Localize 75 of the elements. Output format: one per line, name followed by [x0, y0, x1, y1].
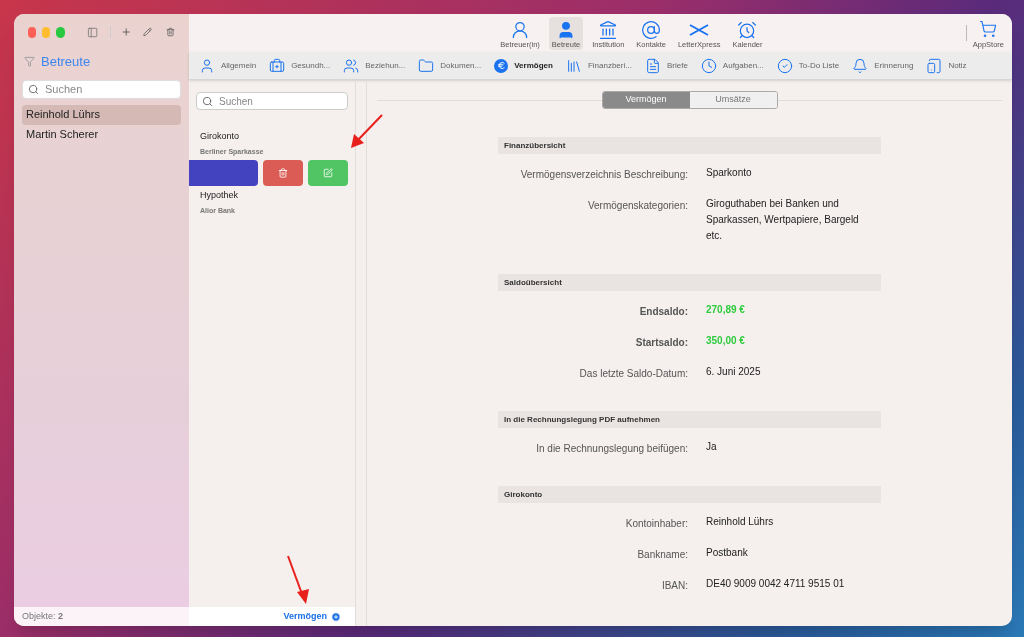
- asset-title[interactable]: Girokonto: [200, 130, 344, 144]
- field-label: In die Rechnungslegung beifügen:: [535, 442, 688, 456]
- cart-icon: [979, 19, 998, 38]
- bank-icon: [598, 19, 619, 40]
- search-icon: [28, 83, 39, 95]
- tab[interactable]: Allgemein: [199, 57, 257, 74]
- zoom-window-button[interactable]: [56, 26, 65, 38]
- trash-icon[interactable]: [166, 26, 175, 38]
- trash-icon: [278, 168, 289, 178]
- tab[interactable]: Vermögen: [494, 58, 553, 73]
- tab[interactable]: Notiz: [926, 57, 967, 74]
- section-header: Girokonto: [498, 486, 881, 503]
- segment[interactable]: Umsätze: [689, 92, 777, 108]
- field-value: 270,89 €: [706, 303, 746, 317]
- segment[interactable]: Vermögen: [602, 92, 690, 108]
- delete-button[interactable]: [263, 160, 304, 186]
- field-value: Giroguthaben bei Banken und Sparkassen, Wertpapiere, Bargeld etc.: [706, 197, 860, 243]
- clock-icon: [700, 57, 717, 74]
- add-icon[interactable]: [120, 25, 132, 39]
- close-window-button[interactable]: [28, 26, 37, 38]
- euro-icon: [494, 58, 509, 73]
- field-value: Reinhold Lührs: [706, 515, 775, 529]
- field-value: Postbank: [706, 546, 749, 560]
- field-label: Kontoinhaber:: [624, 517, 688, 531]
- medical-case-icon: [269, 57, 286, 74]
- filter-icon[interactable]: [24, 56, 35, 68]
- tab[interactable]: To-Do Liste: [776, 57, 840, 74]
- tab[interactable]: Finanzberi...: [565, 57, 632, 74]
- section-header: Saldoübersicht: [498, 274, 881, 291]
- edit-button[interactable]: [308, 160, 348, 186]
- sidebar-item[interactable]: Martin Scherer: [22, 124, 181, 145]
- tab[interactable]: Aufgaben...: [700, 57, 764, 74]
- tab[interactable]: Erinnerung: [852, 57, 914, 74]
- crossed-lines-icon: [689, 22, 710, 37]
- field-value: DE40 9009 0042 4711 9515 01: [706, 577, 846, 591]
- document-icon: [644, 57, 661, 74]
- field-label: Vermögenskategorien:: [586, 199, 688, 213]
- pencil-icon[interactable]: [143, 26, 153, 38]
- field-value: Ja: [706, 440, 718, 454]
- at-sign-icon: [641, 19, 662, 40]
- books-icon: [565, 57, 582, 74]
- add-icon[interactable]: [331, 611, 341, 622]
- alarm-clock-icon: [737, 19, 758, 40]
- sidebar-title: Betreute: [41, 53, 91, 71]
- tab[interactable]: Dokumen...: [418, 57, 482, 74]
- minimize-window-button[interactable]: [42, 26, 51, 38]
- annotation-arrow: [287, 555, 309, 604]
- field-label: Das letzte Saldo-Datum:: [578, 367, 688, 381]
- sidebar-item[interactable]: Reinhold Lührs: [22, 104, 181, 125]
- field-label: Bankname:: [636, 548, 688, 562]
- field-label: Vermögensverzeichnis Beschreibung:: [519, 168, 688, 182]
- section-header: Finanzübersicht: [498, 137, 881, 154]
- person-icon: [199, 57, 215, 74]
- annotation-arrow: [351, 114, 383, 148]
- tab[interactable]: Beziehun...: [343, 57, 406, 74]
- search-field[interactable]: Suchen: [22, 79, 181, 99]
- field-value: 6. Juni 2025: [706, 365, 762, 379]
- field-label: IBAN:: [660, 579, 688, 593]
- note-icon: [926, 57, 943, 74]
- section-header: In die Rechnungslegung PDF aufnehmen: [498, 411, 881, 428]
- tab[interactable]: Briefe: [644, 57, 688, 74]
- check-circle-icon: [776, 57, 793, 74]
- people-icon: [343, 57, 360, 74]
- asset-title[interactable]: Hypothek: [200, 189, 344, 203]
- edit-icon: [323, 168, 333, 178]
- tab[interactable]: Gesundh...: [269, 57, 331, 74]
- search-icon: [202, 96, 213, 107]
- bell-icon: [852, 57, 869, 74]
- folder-icon: [418, 57, 435, 74]
- field-value: 350,00 €: [706, 334, 746, 348]
- field-value: Sparkonto: [706, 166, 753, 180]
- field-label: Endsaldo:: [638, 305, 688, 319]
- search-field[interactable]: Suchen: [196, 92, 348, 110]
- object-count: Objekte: 2: [22, 609, 64, 623]
- field-label: Startsaldo:: [634, 336, 688, 350]
